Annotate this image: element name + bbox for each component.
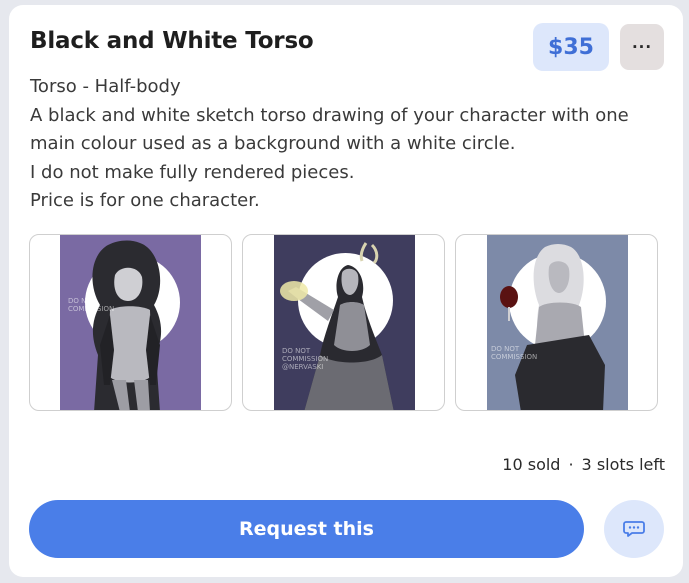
separator-dot: · (568, 455, 574, 474)
description-line: Price is for one character. (30, 190, 260, 211)
description-line: Torso - Half-body (30, 76, 181, 97)
chat-bubble-icon (623, 521, 645, 537)
price-badge: $35 (533, 23, 609, 71)
description-line: A black and white sketch torso drawing o… (30, 104, 629, 126)
slots-left: 3 slots left (581, 455, 665, 474)
artwork-sample-icon: DO NOT COMMISSION (60, 235, 201, 410)
commission-card: Black and White Torso $35 ··· Torso - Ha… (9, 5, 683, 577)
sample-gallery: DO NOT COMMISSION DO NOT COMMISSION @NERVAS… (29, 234, 659, 412)
request-button[interactable]: Request this (29, 500, 584, 558)
ellipsis-icon: ··· (631, 38, 653, 56)
message-button[interactable] (604, 500, 664, 558)
listing-title: Black and White Torso (30, 28, 314, 54)
gallery-thumbnail-2[interactable]: DO NOT COMMISSION @NERVASKI (242, 234, 445, 411)
sold-count: 10 sold (502, 455, 561, 474)
sales-info: 10 sold · 3 slots left (502, 455, 665, 474)
listing-description: Torso - Half-body A black and white sket… (30, 73, 670, 216)
artwork-sample-icon: DO NOT COMMISSION @NERVASKI (274, 235, 415, 410)
more-options-button[interactable]: ··· (620, 24, 664, 70)
gallery-thumbnail-1[interactable]: DO NOT COMMISSION (29, 234, 232, 411)
description-line: main colour used as a background with a … (30, 133, 516, 154)
gallery-thumbnail-3[interactable]: DO NOT COMMISSION (455, 234, 658, 411)
description-line: I do not make fully rendered pieces. (30, 161, 355, 183)
artwork-sample-icon: DO NOT COMMISSION (487, 235, 628, 410)
